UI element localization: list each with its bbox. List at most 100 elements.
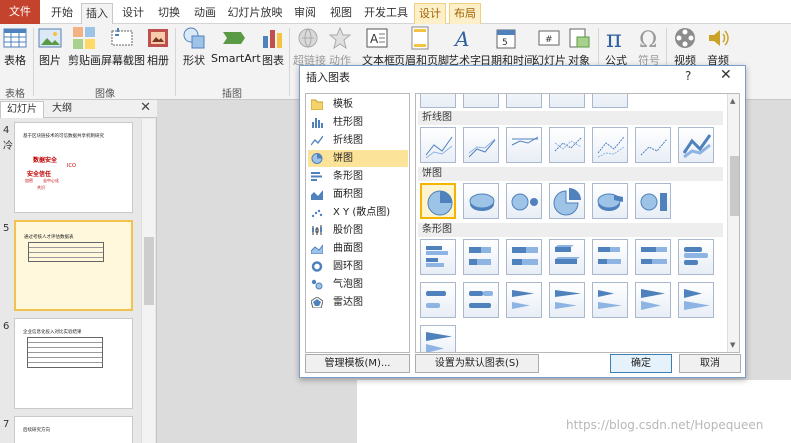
pie-chart-thumbnail[interactable] (592, 183, 628, 219)
screenshot-button[interactable]: 屏幕截图 (101, 26, 145, 68)
manage-templates-button[interactable]: 管理模板(M)... (305, 354, 410, 373)
line-chart-thumbnail[interactable] (420, 127, 456, 163)
bar-chart-thumbnail[interactable] (549, 282, 585, 318)
object-button[interactable]: 对象 (567, 26, 591, 68)
textbox-button[interactable]: A 文本框 (362, 26, 395, 68)
bar-chart-thumbnail[interactable] (420, 282, 456, 318)
tab-developer[interactable]: 开发工具 (361, 3, 411, 24)
slide-canvas[interactable] (357, 380, 791, 443)
smartart-button[interactable]: SmartArt (211, 26, 261, 65)
pie-chart-thumbnail[interactable] (506, 183, 542, 219)
bar-chart-thumbnail[interactable] (420, 239, 456, 275)
bar-chart-thumbnail[interactable] (592, 282, 628, 318)
bar-chart-thumbnail[interactable] (463, 282, 499, 318)
category-column[interactable]: 柱形图 (308, 114, 408, 131)
column-subtype-thumbnail[interactable] (592, 94, 628, 108)
video-button[interactable]: 视频 (671, 26, 699, 68)
tab-home[interactable]: 开始 (46, 3, 78, 24)
column-subtype-thumbnail[interactable] (420, 94, 456, 108)
bar-chart-thumbnail[interactable] (506, 282, 542, 318)
radar-chart-icon (311, 297, 323, 308)
tab-animations[interactable]: 动画 (189, 3, 221, 24)
hyperlink-button[interactable]: 超链接 (293, 26, 326, 68)
tab-insert[interactable]: 插入 (81, 3, 113, 24)
audio-button[interactable]: 音频 (704, 26, 732, 68)
action-button[interactable]: 动作 (327, 26, 353, 68)
slide-thumbnail-6[interactable]: 企业信息化投入对比实验结果 (14, 318, 133, 409)
line-chart-thumbnail[interactable] (592, 127, 628, 163)
pie-chart-thumbnail[interactable] (463, 183, 499, 219)
bar-chart-thumbnail[interactable] (635, 239, 671, 275)
film-reel-icon (675, 28, 695, 48)
bar-chart-thumbnail[interactable] (549, 239, 585, 275)
line-chart-thumbnail[interactable] (678, 127, 714, 163)
bar-chart-thumbnail[interactable] (678, 282, 714, 318)
close-icon[interactable]: ✕ (140, 100, 151, 115)
category-area[interactable]: 面积图 (308, 186, 408, 203)
pie-chart-thumbnail[interactable] (635, 183, 671, 219)
tab-review[interactable]: 审阅 (289, 3, 321, 24)
ok-button[interactable]: 确定 (610, 354, 672, 373)
category-line[interactable]: 折线图 (308, 132, 408, 149)
category-doughnut[interactable]: 圆环图 (308, 258, 408, 275)
category-radar[interactable]: 雷达图 (308, 294, 408, 311)
slide-thumbnail-7[interactable]: 后续研究方向 (14, 416, 133, 443)
shapes-button[interactable]: 形状 (182, 26, 206, 68)
line-chart-thumbnail[interactable] (635, 127, 671, 163)
album-button[interactable]: 相册 (145, 26, 171, 68)
tab-file[interactable]: 文件 (0, 0, 40, 24)
picture-button[interactable]: 图片 (38, 26, 62, 68)
datetime-button[interactable]: 5 日期和时间 (480, 26, 535, 68)
column-subtype-thumbnail[interactable] (506, 94, 542, 108)
pie-chart-thumbnail[interactable] (549, 183, 585, 219)
tab-slides[interactable]: 幻灯片 (0, 101, 44, 118)
column-subtype-thumbnail[interactable] (549, 94, 585, 108)
category-template[interactable]: 模板 (308, 96, 408, 113)
scroll-up-arrow-icon[interactable]: ▲ (730, 97, 735, 105)
table-button[interactable]: 表格 (3, 26, 27, 68)
scrollbar-thumb[interactable] (730, 156, 739, 216)
gallery-scrollbar[interactable]: ▲ ▼ (727, 94, 739, 352)
bar-chart-thumbnail[interactable] (420, 325, 456, 352)
set-default-chart-button[interactable]: 设置为默认图表(S) (415, 354, 539, 373)
line-chart-thumbnail[interactable] (463, 127, 499, 163)
tab-outline[interactable]: 大纲 (46, 101, 78, 118)
pie-chart-thumbnail-selected[interactable] (420, 183, 456, 219)
slide-panel-scrollbar[interactable] (141, 119, 155, 443)
tab-view[interactable]: 视图 (325, 3, 357, 24)
header-footer-button[interactable]: 页眉和页脚 (394, 26, 449, 68)
cancel-button[interactable]: 取消 (679, 354, 741, 373)
slide-number-button[interactable]: # 幻灯片 (533, 26, 566, 68)
slide-thumbnail-4[interactable]: 基于区块链技术的可信数据共享机制研究 数据安全 ICO 安全信任 加密 去中心化… (14, 122, 133, 213)
close-button[interactable]: ✕ (720, 67, 732, 83)
category-stock[interactable]: 股价图 (308, 222, 408, 239)
bar-chart-thumbnail[interactable] (592, 239, 628, 275)
bar-chart-thumbnail[interactable] (635, 282, 671, 318)
category-surface[interactable]: 曲面图 (308, 240, 408, 257)
symbol-button[interactable]: Ω 符号 (636, 26, 662, 68)
bar-chart-thumbnail[interactable] (506, 239, 542, 275)
chart-button[interactable]: 图表 (261, 26, 285, 68)
category-pie[interactable]: 饼图 (308, 150, 408, 167)
line-chart-thumbnail[interactable] (506, 127, 542, 163)
column-subtype-thumbnail[interactable] (463, 94, 499, 108)
tab-design[interactable]: 设计 (117, 3, 149, 24)
line-chart-thumbnail[interactable] (549, 127, 585, 163)
tab-table-design[interactable]: 设计 (414, 3, 446, 24)
category-bar[interactable]: 条形图 (308, 168, 408, 185)
tab-table-layout[interactable]: 布局 (449, 3, 481, 24)
scrollbar-thumb[interactable] (144, 237, 154, 305)
clipart-button[interactable]: 剪贴画 (68, 26, 101, 68)
category-bubble[interactable]: 气泡图 (308, 276, 408, 293)
cone-bar-icon (555, 290, 581, 309)
tab-slideshow[interactable]: 幻灯片放映 (225, 3, 285, 24)
help-button[interactable]: ? (685, 69, 691, 83)
wordart-button[interactable]: A 艺术字 (448, 26, 481, 68)
bar-chart-thumbnail[interactable] (678, 239, 714, 275)
equation-button[interactable]: π 公式 (603, 26, 629, 68)
bar-chart-thumbnail[interactable] (463, 239, 499, 275)
slide-thumbnail-5[interactable]: 通过考核人才评估数据表 (14, 220, 133, 311)
tab-transitions[interactable]: 切换 (153, 3, 185, 24)
scroll-down-arrow-icon[interactable]: ▼ (730, 341, 735, 349)
category-scatter[interactable]: X Y (散点图) (308, 204, 408, 221)
